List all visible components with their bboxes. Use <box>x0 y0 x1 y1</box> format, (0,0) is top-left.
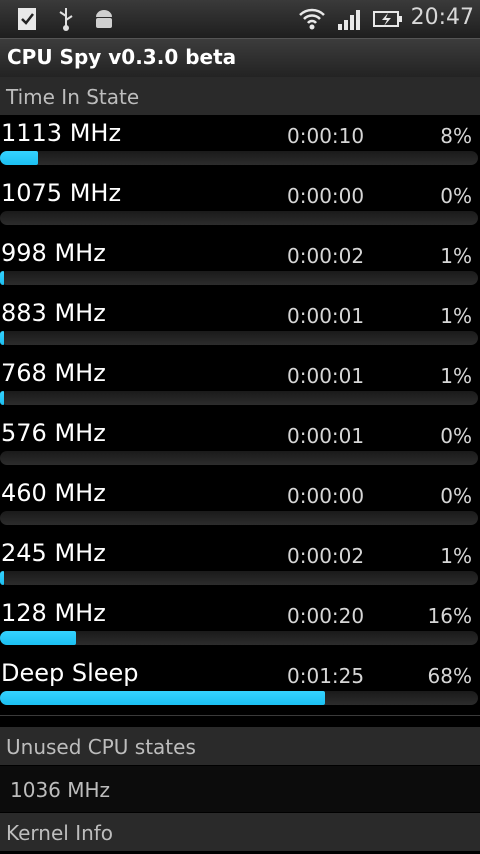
state-percent: 1% <box>440 364 472 388</box>
state-progress-track <box>0 571 478 585</box>
state-frequency: Deep Sleep <box>1 659 139 687</box>
state-progress-track <box>0 391 478 405</box>
unused-states-header: Unused CPU states <box>0 727 480 765</box>
usb-icon <box>55 6 77 36</box>
state-time: 0:00:01 <box>287 424 365 448</box>
unused-state-value: 1036 MHz <box>10 778 111 802</box>
state-progress-track <box>0 631 478 645</box>
app-title-bar: CPU Spy v0.3.0 beta <box>0 38 480 78</box>
state-row: 460 MHz 0:00:00 0% <box>0 475 480 536</box>
state-row: 768 MHz 0:00:01 1% <box>0 355 480 416</box>
state-row: 576 MHz 0:00:01 0% <box>0 415 480 476</box>
state-percent: 1% <box>440 304 472 328</box>
status-bar: 20:47 <box>0 0 480 38</box>
state-frequency: 768 MHz <box>1 359 106 387</box>
android-icon <box>92 6 116 36</box>
state-percent: 0% <box>440 424 472 448</box>
state-progress-fill <box>0 691 326 705</box>
state-row: 245 MHz 0:00:02 1% <box>0 535 480 596</box>
state-frequency: 883 MHz <box>1 299 106 327</box>
state-time: 0:00:01 <box>287 304 365 328</box>
state-frequency: 128 MHz <box>1 599 106 627</box>
state-percent: 1% <box>440 544 472 568</box>
state-progress-track <box>0 691 478 705</box>
kernel-info-header: Kernel Info <box>0 813 480 851</box>
state-progress-track <box>0 151 478 165</box>
wifi-icon <box>298 6 326 36</box>
time-in-state-label: Time In State <box>6 85 140 109</box>
state-progress-track <box>0 331 478 345</box>
state-row: 883 MHz 0:00:01 1% <box>0 295 480 356</box>
state-progress-fill <box>0 331 4 345</box>
state-percent: 68% <box>427 664 472 688</box>
state-progress-fill <box>0 271 4 285</box>
state-progress-fill <box>0 151 39 165</box>
state-percent: 16% <box>427 604 472 628</box>
state-progress-track <box>0 271 478 285</box>
state-progress-fill <box>0 631 77 645</box>
state-percent: 8% <box>440 124 472 148</box>
state-progress-fill <box>0 571 4 585</box>
state-row: Deep Sleep 0:01:25 68% <box>0 655 480 716</box>
battery-charging-icon <box>372 6 404 36</box>
state-time: 0:00:02 <box>287 244 365 268</box>
state-progress-track <box>0 451 478 465</box>
state-frequency: 1075 MHz <box>1 179 122 207</box>
time-in-state-header: Time In State <box>0 77 480 115</box>
app-title: CPU Spy v0.3.0 beta <box>7 45 237 69</box>
kernel-info-label: Kernel Info <box>6 821 114 845</box>
state-frequency: 576 MHz <box>1 419 106 447</box>
state-frequency: 460 MHz <box>1 479 106 507</box>
state-frequency: 1113 MHz <box>1 119 122 147</box>
state-time: 0:00:00 <box>287 484 365 508</box>
state-percent: 1% <box>440 244 472 268</box>
state-time: 0:01:25 <box>287 664 365 688</box>
unused-states-label: Unused CPU states <box>6 735 196 759</box>
status-time: 20:47 <box>410 5 474 30</box>
state-progress-track <box>0 211 478 225</box>
state-percent: 0% <box>440 184 472 208</box>
state-time: 0:00:10 <box>287 124 365 148</box>
state-frequency: 998 MHz <box>1 239 106 267</box>
state-time: 0:00:20 <box>287 604 365 628</box>
state-progress-track <box>0 511 478 525</box>
state-time: 0:00:02 <box>287 544 365 568</box>
state-row: 1113 MHz 0:00:10 8% <box>0 115 480 176</box>
state-row: 998 MHz 0:00:02 1% <box>0 235 480 296</box>
state-row: 128 MHz 0:00:20 16% <box>0 595 480 656</box>
state-time: 0:00:01 <box>287 364 365 388</box>
state-time: 0:00:00 <box>287 184 365 208</box>
state-row: 1075 MHz 0:00:00 0% <box>0 175 480 236</box>
state-percent: 0% <box>440 484 472 508</box>
signal-icon <box>336 6 362 36</box>
unused-state-item: 1036 MHz <box>0 766 480 812</box>
checklist-icon <box>14 6 40 36</box>
state-frequency: 245 MHz <box>1 539 106 567</box>
state-progress-fill <box>0 391 4 405</box>
